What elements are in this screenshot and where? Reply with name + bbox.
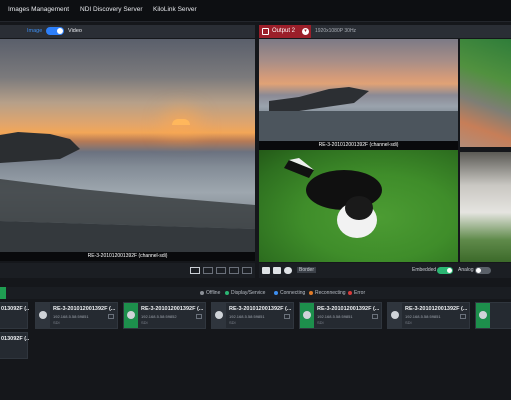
ndi-icon — [303, 311, 311, 319]
status-legend: Offline Display/Service Connecting Recon… — [0, 287, 511, 299]
output-caption: RE-3-201012001392F (channel-sdi) — [259, 141, 458, 150]
add-device-tab[interactable] — [0, 287, 6, 299]
device-card[interactable]: 013092F (.. — [0, 332, 30, 359]
output-tile-1[interactable] — [259, 39, 458, 141]
device-type: SDI — [317, 320, 324, 325]
output-label: Output 2 — [272, 28, 296, 34]
legend-reconnecting: Reconnecting — [309, 290, 346, 296]
device-card[interactable]: RE-3-201012001392F (... 192.168.5.58:598… — [387, 302, 470, 329]
image-label: Image — [27, 28, 43, 34]
main-preview-caption: RE-3-201012001392F (channel-sdi) — [0, 252, 255, 261]
preview-icon[interactable] — [108, 314, 114, 319]
ndi-icon — [127, 311, 135, 319]
preview-header: Image Video — [0, 25, 255, 38]
device-title: RE-3-201012001392F (... — [53, 306, 116, 312]
ndi-icon — [391, 311, 399, 319]
device-title: RE-3-201012001392F (... — [229, 306, 292, 312]
preview-icon[interactable] — [460, 314, 466, 319]
device-card[interactable]: RE-3-201012001392F (... 192.168.5.58:598… — [211, 302, 294, 329]
legend-error: Error — [348, 290, 365, 296]
device-title: 013092F (.. — [1, 306, 30, 312]
cat-shape — [284, 158, 382, 238]
device-title: RE-3-201012001392F (... — [317, 306, 380, 312]
preview-icon[interactable] — [196, 314, 202, 319]
nav-ndi-discovery-server[interactable]: NDI Discovery Server — [80, 6, 142, 13]
output-header: Output 2 ▾ 1920x1080P 30Hz — [259, 25, 511, 38]
legend-offline: Offline — [200, 290, 220, 296]
device-type: SDI — [229, 320, 236, 325]
top-nav: Images Management NDI Discovery Server K… — [0, 0, 511, 22]
device-card[interactable]: RE-3-201012001392F (... 192.168.5.58:598… — [35, 302, 118, 329]
layout-controls — [0, 263, 255, 278]
ndi-icon — [479, 311, 487, 319]
device-card[interactable]: RE-3-201012001392F (... 192.168.5.58:598… — [123, 302, 206, 329]
landscape-shapes — [0, 132, 255, 252]
video-label: Video — [68, 28, 82, 34]
device-type: SDI — [141, 320, 148, 325]
preview-icon[interactable] — [372, 314, 378, 319]
chevron-down-icon[interactable]: ▾ — [302, 28, 309, 35]
image-video-toggle[interactable] — [46, 27, 64, 35]
legend-connecting: Connecting — [274, 290, 305, 296]
layout-1-button[interactable] — [190, 267, 200, 274]
device-ip: 192.168.5.58:59851 — [317, 314, 353, 319]
crop-icon[interactable] — [273, 267, 281, 274]
layout-2-button[interactable] — [203, 267, 213, 274]
output-tile-4[interactable] — [460, 152, 511, 262]
output-tile-3[interactable] — [259, 150, 458, 262]
device-type: SDI — [405, 320, 412, 325]
device-card[interactable]: RE-3-201012001392F (... 192.168.5.58:598… — [299, 302, 382, 329]
embedded-toggle[interactable] — [437, 267, 453, 274]
analog-label: Analog — [458, 267, 474, 273]
output-tile-2[interactable] — [460, 39, 511, 147]
border-button[interactable]: Border — [297, 267, 317, 273]
device-title: RE-3-201012001392F (... — [141, 306, 204, 312]
nav-images-management[interactable]: Images Management — [8, 6, 69, 13]
tile-1-shapes — [259, 87, 458, 141]
device-ip: 192.168.5.58:59851 — [53, 314, 89, 319]
preview-icon[interactable] — [284, 314, 290, 319]
device-ip: 192.168.5.58:59852 — [141, 314, 177, 319]
layout-5-button[interactable] — [242, 267, 252, 274]
device-title: RE-3-201012001392F (... — [405, 306, 468, 312]
nav-kilolink-server[interactable]: KiloLink Server — [153, 6, 197, 13]
eye-icon[interactable] — [284, 267, 292, 274]
ndi-icon — [215, 311, 223, 319]
output-controls: Border Embedded Analog — [259, 263, 511, 278]
device-type: SDI — [53, 320, 60, 325]
device-ip: 192.168.5.58:59851 — [229, 314, 265, 319]
analog-toggle[interactable] — [475, 267, 491, 274]
device-ip: 192.168.5.58:59851 — [405, 314, 441, 319]
output-tab[interactable]: Output 2 ▾ — [259, 25, 311, 38]
embedded-label: Embedded — [412, 267, 437, 273]
edit-icon — [262, 28, 269, 35]
device-card[interactable] — [475, 302, 511, 329]
image-icon[interactable] — [262, 267, 270, 274]
legend-display-service: Display/Service — [225, 290, 265, 296]
resolution-text: 1920x1080P 30Hz — [315, 28, 357, 34]
layout-3-button[interactable] — [216, 267, 226, 274]
ndi-icon — [39, 311, 47, 319]
device-card[interactable]: 013092F (.. — [0, 302, 30, 329]
device-title: 013092F (.. — [1, 336, 30, 342]
main-preview-image — [0, 39, 255, 252]
layout-4-button[interactable] — [229, 267, 239, 274]
